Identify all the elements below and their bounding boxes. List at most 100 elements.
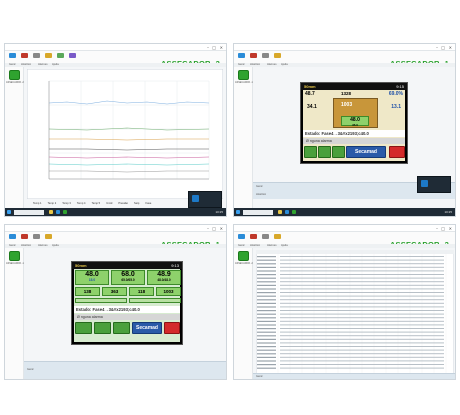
close-icon[interactable]: ✕ (449, 226, 452, 231)
legend-item: Temp 1 (33, 202, 42, 205)
device-icon[interactable] (238, 251, 249, 261)
connect-icon[interactable] (9, 53, 16, 58)
device-icon[interactable] (238, 70, 249, 80)
value-1-sub: 15.0 (88, 278, 96, 282)
menu-historico[interactable]: Histórico (250, 244, 260, 247)
menu-ajuda[interactable]: Ajuda (281, 63, 288, 66)
app-icon[interactable] (63, 210, 67, 214)
panel-assecador-2-table: – □ ✕ ASSECADOR -2 Geral Histórico Alarm… (233, 224, 456, 380)
history-icon[interactable] (45, 234, 52, 239)
footer-label: Histórico (256, 193, 267, 196)
legend-item: Umid (106, 202, 113, 205)
menu-geral[interactable]: Geral (9, 63, 15, 66)
device-icon[interactable] (9, 251, 20, 261)
connect-icon[interactable] (238, 234, 245, 239)
brand-button[interactable]: Secamad (346, 146, 386, 158)
config-icon[interactable] (33, 234, 40, 239)
history-icon[interactable] (274, 234, 281, 239)
report-icon[interactable] (57, 53, 64, 58)
menubar: Geral Histórico Alarmes Ajuda (5, 63, 226, 67)
legend-item: Temp 3 (62, 202, 71, 205)
connect-icon[interactable] (9, 234, 16, 239)
menu-ajuda[interactable]: Ajuda (52, 63, 59, 66)
teamviewer-popup[interactable] (417, 176, 451, 193)
teamviewer-icon (421, 180, 428, 187)
history-chart (27, 69, 223, 199)
config-icon[interactable] (262, 234, 269, 239)
humidity-value: 69.0% (388, 91, 403, 97)
history-icon[interactable] (45, 53, 52, 58)
minimize-icon[interactable]: – (436, 226, 438, 231)
folder-icon[interactable] (278, 210, 282, 214)
close-icon[interactable]: ✕ (220, 226, 223, 231)
history-icon[interactable] (274, 53, 281, 58)
folder-icon[interactable] (49, 210, 53, 214)
taskbar-search[interactable] (14, 209, 44, 215)
windows-start-icon[interactable] (236, 210, 240, 214)
maximize-icon[interactable]: □ (212, 45, 216, 50)
device-icon[interactable] (9, 70, 20, 80)
menu-historico[interactable]: Histórico (21, 63, 31, 66)
hmi-button-3[interactable] (332, 146, 345, 158)
close-icon[interactable]: ✕ (220, 45, 223, 50)
config-icon[interactable] (262, 53, 269, 58)
maximize-icon[interactable]: □ (441, 226, 445, 231)
chart-icon[interactable] (69, 53, 76, 58)
taskbar-search[interactable] (243, 209, 273, 215)
browser-icon[interactable] (285, 210, 289, 214)
menu-geral[interactable]: Geral (9, 244, 15, 247)
brand-button[interactable]: Secamad (132, 322, 162, 334)
stop-button[interactable] (164, 322, 180, 334)
menu-ajuda[interactable]: Ajuda (281, 244, 288, 247)
stop-button[interactable] (389, 146, 405, 158)
windows-start-icon[interactable] (7, 210, 11, 214)
minimize-icon[interactable]: – (436, 45, 438, 50)
browser-icon[interactable] (56, 210, 60, 214)
config-icon[interactable] (33, 53, 40, 58)
disconnect-icon[interactable] (250, 234, 257, 239)
menu-geral[interactable]: Geral (238, 63, 244, 66)
taskbar: 10:25 (234, 208, 455, 216)
menu-ajuda[interactable]: Ajuda (52, 244, 59, 247)
legend-item: Pressão (118, 202, 128, 205)
footer-label: Geral (27, 368, 34, 371)
disconnect-icon[interactable] (250, 53, 257, 58)
top-setpoint: 1328 (341, 91, 352, 96)
menu-historico[interactable]: Histórico (250, 63, 260, 66)
disconnect-icon[interactable] (21, 234, 28, 239)
row2-box-3: 118 (129, 287, 154, 296)
right-value: 13.1 (391, 104, 401, 110)
menubar: Geral Histórico Alarmes Ajuda (234, 244, 455, 248)
device-label: ASSECADOR -2 (235, 262, 253, 265)
value-box-1: 48.0 15.0 (75, 270, 109, 285)
menu-alarmes[interactable]: Alarmes (38, 63, 48, 66)
teamviewer-popup[interactable] (188, 191, 222, 208)
maximize-icon[interactable]: □ (212, 226, 216, 231)
hmi-button-1[interactable] (304, 146, 317, 158)
device-sidebar: ASSECADOR -2 (5, 67, 24, 216)
menu-alarmes[interactable]: Alarmes (38, 244, 48, 247)
disconnect-icon[interactable] (21, 53, 28, 58)
hmi-button-2[interactable] (94, 322, 111, 334)
taskbar-clock: 10:25 (444, 209, 452, 214)
app-icon[interactable] (292, 210, 296, 214)
maximize-icon[interactable]: □ (441, 45, 445, 50)
left-value: 34.1 (307, 104, 317, 110)
taskbar-clock: 10:25 (215, 209, 223, 214)
hmi-topbar: 50mm 9:15 (301, 83, 407, 90)
minimize-icon[interactable]: – (207, 45, 209, 50)
taskbar: 10:25 (5, 208, 226, 216)
hmi-button-2[interactable] (318, 146, 331, 158)
window-titlebar: – □ ✕ (234, 44, 455, 51)
menu-alarmes[interactable]: Alarmes (267, 63, 277, 66)
minimize-icon[interactable]: – (207, 226, 209, 231)
connect-icon[interactable] (238, 53, 245, 58)
menu-geral[interactable]: Geral (238, 244, 244, 247)
menu-historico[interactable]: Histórico (21, 244, 31, 247)
green-value-box: 48.0 35.0 (341, 116, 369, 127)
hmi-topbar: 50mm 9:13 (72, 262, 182, 269)
hmi-button-1[interactable] (75, 322, 92, 334)
close-icon[interactable]: ✕ (449, 45, 452, 50)
hmi-button-3[interactable] (113, 322, 130, 334)
menu-alarmes[interactable]: Alarmes (267, 244, 277, 247)
